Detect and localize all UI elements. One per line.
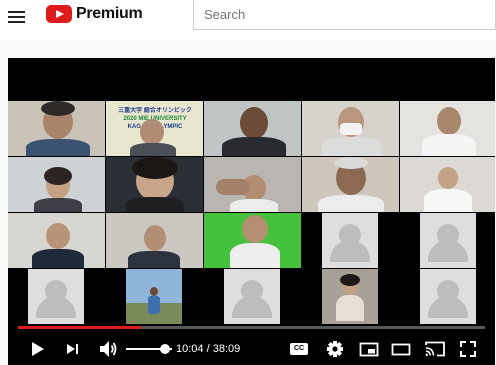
miniplayer-icon[interactable] bbox=[359, 338, 379, 360]
time-separator: / bbox=[203, 343, 213, 355]
participant-tile bbox=[302, 101, 399, 156]
participant-tile bbox=[106, 157, 203, 212]
participant-avatar-tile bbox=[224, 269, 280, 324]
participant-tile bbox=[8, 101, 105, 156]
masthead: Premium bbox=[0, 0, 496, 40]
participant-tile bbox=[8, 213, 105, 268]
participant-avatar-tile bbox=[420, 213, 476, 268]
progress-bar[interactable] bbox=[18, 326, 485, 329]
search-box[interactable] bbox=[193, 0, 496, 30]
volume-slider-handle[interactable] bbox=[160, 344, 170, 354]
time-total: 38:09 bbox=[212, 343, 241, 355]
subtitles-icon[interactable]: CC bbox=[290, 338, 310, 360]
participant-tile bbox=[204, 157, 301, 212]
youtube-premium-logo[interactable]: Premium bbox=[46, 4, 143, 24]
participant-avatar-tile bbox=[420, 269, 476, 324]
participant-tile bbox=[322, 269, 378, 324]
fullscreen-icon[interactable] bbox=[459, 338, 477, 360]
app: Premium 三重大学 総合オリンピック 2020 MIE UNIVERSIT… bbox=[0, 0, 496, 365]
participant-tile: 三重大学 総合オリンピック 2020 MIE UNIVERSITY KAGAKU… bbox=[106, 101, 203, 156]
participant-tile bbox=[8, 157, 105, 212]
search-input[interactable] bbox=[194, 0, 495, 29]
next-icon[interactable] bbox=[66, 338, 82, 360]
participant-tile bbox=[126, 269, 182, 324]
menu-icon[interactable] bbox=[8, 11, 25, 23]
banner-line: 三重大学 総合オリンピック bbox=[118, 108, 192, 114]
time-current: 10:04 bbox=[176, 343, 204, 355]
logo-text: Premium bbox=[76, 5, 143, 22]
progress-bar-fill bbox=[18, 326, 142, 329]
participant-tile bbox=[400, 101, 495, 156]
participant-tile bbox=[400, 157, 495, 212]
video-player[interactable]: 三重大学 総合オリンピック 2020 MIE UNIVERSITY KAGAKU… bbox=[8, 58, 495, 365]
volume-icon[interactable] bbox=[98, 338, 118, 360]
gear-icon[interactable] bbox=[326, 338, 344, 360]
time-display: 10:04 / 38:09 bbox=[176, 343, 240, 355]
participant-avatar-tile bbox=[322, 213, 378, 268]
participant-tile bbox=[204, 101, 301, 156]
play-icon[interactable] bbox=[30, 338, 46, 360]
player-controls: 10:04 / 38:09 CC bbox=[8, 334, 495, 365]
cast-icon[interactable] bbox=[424, 338, 445, 360]
youtube-logo-icon bbox=[46, 5, 72, 23]
participant-avatar-tile bbox=[28, 269, 84, 324]
participant-tile bbox=[106, 213, 203, 268]
participant-tile bbox=[204, 213, 301, 268]
participant-tile bbox=[302, 157, 399, 212]
theater-icon[interactable] bbox=[391, 338, 411, 360]
subtitles-label: CC bbox=[290, 343, 308, 355]
